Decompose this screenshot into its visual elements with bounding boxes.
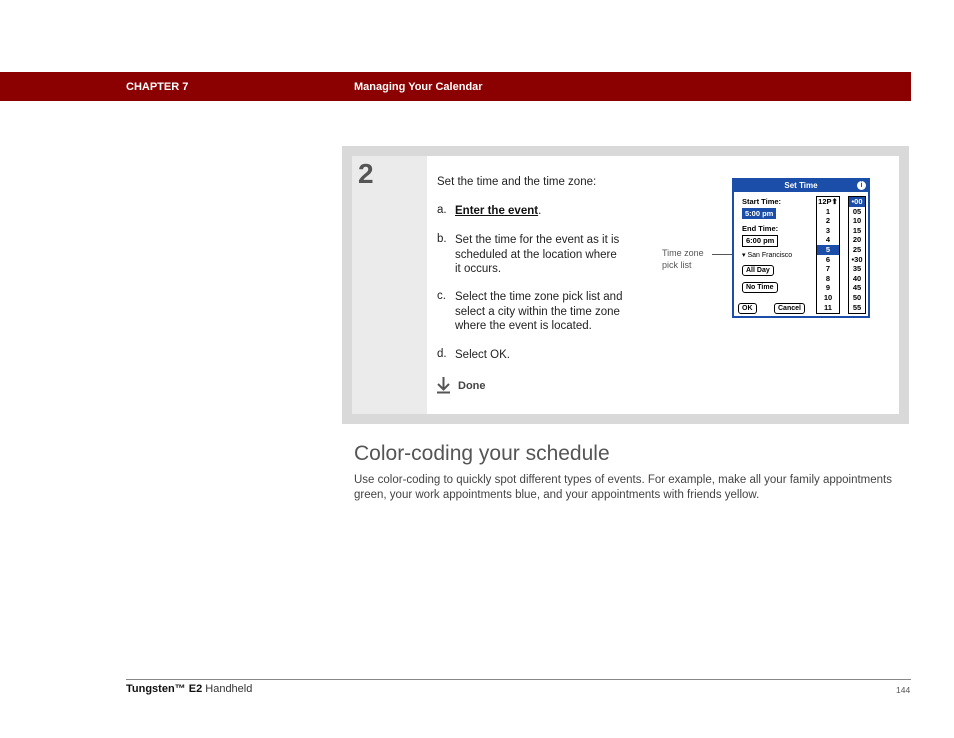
step-number: 2 bbox=[358, 158, 374, 189]
end-time-label: End Time: bbox=[742, 224, 779, 233]
minute-item[interactable]: 10 bbox=[849, 216, 865, 226]
chapter-label: CHAPTER 7 bbox=[126, 81, 189, 93]
minute-item[interactable]: •30 bbox=[849, 255, 865, 265]
minute-item[interactable]: 05 bbox=[849, 207, 865, 217]
hour-item[interactable]: 2 bbox=[817, 216, 839, 226]
page-number: 144 bbox=[896, 685, 911, 695]
ok-button[interactable]: OK bbox=[738, 303, 757, 314]
enter-event-link[interactable]: Enter the event bbox=[455, 205, 538, 217]
item-letter-c: c. bbox=[437, 290, 446, 302]
hour-item-selected[interactable]: 5 bbox=[817, 244, 839, 255]
end-time-field[interactable]: 6:00 pm bbox=[742, 235, 779, 247]
hour-item[interactable]: 4 bbox=[817, 235, 839, 245]
hour-item[interactable]: 9 bbox=[817, 283, 839, 293]
footer-rule bbox=[126, 679, 911, 680]
minute-item[interactable]: 45 bbox=[849, 283, 865, 293]
time-zone-pick-list[interactable]: ▾ San Francisco bbox=[742, 251, 792, 259]
hour-item[interactable]: 8 bbox=[817, 274, 839, 284]
hour-item[interactable]: 11 bbox=[817, 303, 839, 313]
item-b-line: Set the time for the event as it is bbox=[455, 234, 620, 246]
minute-item[interactable]: 50 bbox=[849, 293, 865, 303]
set-time-title: Set Time bbox=[734, 180, 868, 192]
hour-item[interactable]: 1 bbox=[817, 207, 839, 217]
item-letter-a: a. bbox=[437, 204, 447, 216]
start-time-label: Start Time: bbox=[742, 197, 782, 206]
item-b: Set the time for the event as it is sche… bbox=[455, 233, 619, 277]
step-intro: Set the time and the time zone: bbox=[437, 176, 597, 188]
set-time-screenshot: Set Time i Start Time: 5:00 pm End Time:… bbox=[732, 178, 870, 318]
minute-item[interactable]: 20 bbox=[849, 235, 865, 245]
chapter-title: Managing Your Calendar bbox=[354, 81, 483, 93]
item-c-line: select a city within the time zone bbox=[455, 305, 620, 318]
minute-item[interactable]: 15 bbox=[849, 226, 865, 236]
item-a: Enter the event. bbox=[455, 204, 541, 219]
minute-item-selected[interactable]: •00 bbox=[849, 197, 865, 207]
chapter-header-bar: CHAPTER 7 Managing Your Calendar bbox=[0, 72, 911, 101]
minute-item[interactable]: 55 bbox=[849, 303, 865, 313]
info-icon[interactable]: i bbox=[857, 181, 866, 190]
start-time-field[interactable]: 5:00 pm bbox=[742, 208, 777, 219]
item-c-line: where the event is located. bbox=[455, 320, 592, 332]
item-letter-b: b. bbox=[437, 233, 447, 245]
minute-list[interactable]: •00 05 10 15 20 25 •30 35 40 45 50 55 bbox=[848, 196, 866, 314]
hour-item[interactable]: 7 bbox=[817, 264, 839, 274]
minute-item[interactable]: 35 bbox=[849, 264, 865, 274]
item-c-line: Select the time zone pick list and bbox=[455, 291, 623, 303]
hour-item[interactable]: 12P⬆ bbox=[817, 197, 839, 207]
item-c: Select the time zone pick list and selec… bbox=[455, 290, 622, 334]
minute-item[interactable]: 40 bbox=[849, 274, 865, 284]
done-label: Done bbox=[458, 380, 486, 392]
footer-product: Tungsten™ E2 Handheld bbox=[126, 683, 252, 695]
done-arrow-icon bbox=[437, 377, 450, 394]
item-a-suffix: . bbox=[538, 205, 542, 217]
item-letter-d: d. bbox=[437, 348, 447, 360]
section-body: Use color-coding to quickly spot differe… bbox=[354, 474, 892, 501]
item-b-line: scheduled at the location where bbox=[455, 248, 617, 261]
hour-item[interactable]: 10 bbox=[817, 293, 839, 303]
item-b-line: it occurs. bbox=[455, 263, 502, 275]
hour-item[interactable]: 6 bbox=[817, 255, 839, 265]
callout-line-2: pick list bbox=[662, 260, 692, 270]
section-heading: Color-coding your schedule bbox=[354, 442, 610, 465]
minute-item[interactable]: 25 bbox=[849, 245, 865, 255]
all-day-button[interactable]: All Day bbox=[742, 265, 774, 276]
cancel-button[interactable]: Cancel bbox=[774, 303, 805, 314]
no-time-button[interactable]: No Time bbox=[742, 282, 778, 293]
item-d: Select OK. bbox=[455, 349, 510, 361]
footer-product-name: Tungsten™ E2 bbox=[126, 683, 203, 695]
hour-item[interactable]: 3 bbox=[817, 226, 839, 236]
callout-line-1: Time zone bbox=[662, 248, 704, 258]
footer-product-suffix: Handheld bbox=[202, 683, 253, 695]
hour-list[interactable]: 12P⬆ 1 2 3 4 5 6 7 8 9 10 11 bbox=[816, 196, 840, 314]
time-zone-callout: Time zone pick list bbox=[662, 247, 704, 271]
